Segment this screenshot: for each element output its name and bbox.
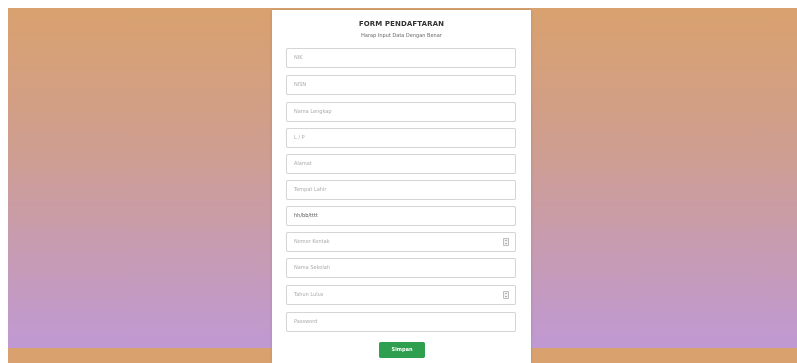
- gender-field[interactable]: L / P: [286, 128, 516, 148]
- save-button[interactable]: Simpan: [379, 342, 425, 358]
- school-name-placeholder: Nama Sekolah: [294, 265, 330, 271]
- nik-placeholder: NIK: [294, 55, 303, 61]
- birthdate-value: hh/bb/tttt: [294, 213, 318, 219]
- form-title: FORM PENDAFTARAN: [358, 20, 445, 28]
- form-subtitle: Harap Input Data Dengan Benar: [361, 33, 442, 39]
- gender-placeholder: L / P: [294, 135, 305, 141]
- nisn-field[interactable]: NISN: [286, 75, 516, 95]
- registration-form-card: FORM PENDAFTARAN Harap Input Data Dengan…: [272, 10, 531, 363]
- birthdate-field[interactable]: hh/bb/tttt: [286, 206, 516, 226]
- nisn-placeholder: NISN: [294, 82, 307, 88]
- school-name-field[interactable]: Nama Sekolah: [286, 258, 516, 278]
- number-spinner-icon[interactable]: [503, 291, 509, 299]
- nik-field[interactable]: NIK: [286, 48, 516, 68]
- password-placeholder: Password: [294, 319, 318, 325]
- contact-number-placeholder: Nomor Kontak: [294, 239, 330, 245]
- birthplace-field[interactable]: Tempat Lahir: [286, 180, 516, 200]
- number-spinner-icon[interactable]: [503, 238, 509, 246]
- full-name-field[interactable]: Nama Lengkap: [286, 102, 516, 122]
- page: FORM PENDAFTARAN Harap Input Data Dengan…: [0, 0, 797, 363]
- password-field[interactable]: Password: [286, 312, 516, 332]
- full-name-placeholder: Nama Lengkap: [294, 109, 332, 115]
- address-field[interactable]: Alamat: [286, 154, 516, 174]
- graduation-year-field[interactable]: Tahun Lulus: [286, 285, 516, 305]
- graduation-year-placeholder: Tahun Lulus: [294, 292, 324, 298]
- address-placeholder: Alamat: [294, 161, 312, 167]
- contact-number-field[interactable]: Nomor Kontak: [286, 232, 516, 252]
- birthplace-placeholder: Tempat Lahir: [294, 187, 327, 193]
